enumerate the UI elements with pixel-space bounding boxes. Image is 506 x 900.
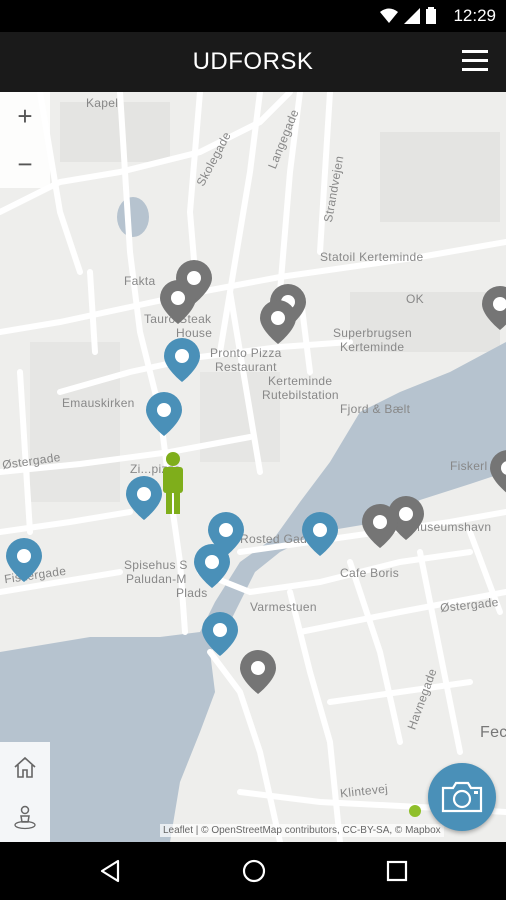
map-label: Kerteminde: [268, 374, 333, 388]
hamburger-menu-icon[interactable]: [460, 46, 490, 76]
map-label: Kerteminde: [340, 340, 405, 354]
zoom-out-button[interactable]: −: [0, 140, 50, 188]
map-label: Fiskerl: [450, 459, 488, 473]
user-location-button[interactable]: [0, 792, 50, 842]
map-label: Varmestuen: [250, 600, 317, 614]
home-button[interactable]: [0, 742, 50, 792]
wifi-icon: [380, 8, 398, 23]
recents-button[interactable]: [382, 856, 412, 886]
poi-pin-blue[interactable]: [192, 542, 232, 590]
home-circle-icon: [242, 859, 266, 883]
map-label: Cafe Boris: [340, 566, 400, 580]
user-position-person-icon: [163, 452, 183, 514]
poi-pin-blue[interactable]: [4, 536, 44, 584]
status-icons: [380, 7, 436, 24]
back-icon: [100, 859, 120, 883]
map-label: Fec: [480, 724, 506, 741]
camera-button[interactable]: [428, 763, 496, 831]
signal-icon: [404, 7, 420, 24]
map-label: Emauskirken: [62, 396, 135, 410]
home-icon: [14, 756, 36, 778]
status-time: 12:29: [453, 6, 496, 25]
map-label: Fakta: [124, 274, 156, 288]
zoom-in-button[interactable]: +: [0, 92, 50, 140]
map-label: Spisehus S: [124, 558, 188, 572]
map-view[interactable]: Kapel Skolegade Langegade Strandvejen St…: [0, 92, 506, 842]
poi-pin-gray[interactable]: [488, 448, 506, 496]
poi-pin-gray[interactable]: [158, 278, 198, 326]
camera-icon: [441, 781, 483, 813]
back-button[interactable]: [96, 856, 126, 886]
poi-pin-blue[interactable]: [162, 336, 202, 384]
map-label: Restaurant: [215, 360, 277, 374]
map-attribution[interactable]: Leaflet | © OpenStreetMap contributors, …: [160, 824, 444, 837]
map-label: Kapel: [86, 96, 119, 110]
poi-pin-gray[interactable]: [480, 284, 506, 332]
map-label: Superbrugsen: [333, 326, 412, 340]
battery-icon: [426, 7, 436, 24]
map-label: Pronto Pizza: [210, 346, 282, 360]
poi-pin-blue[interactable]: [300, 510, 340, 558]
map-label: Paludan-M: [126, 572, 187, 586]
navigation-bar: [0, 842, 506, 900]
home-nav-button[interactable]: [239, 856, 269, 886]
poi-pin-blue[interactable]: [124, 474, 164, 522]
app-bar: UDFORSK: [0, 32, 506, 92]
poi-pin-blue[interactable]: [144, 390, 184, 438]
recents-icon: [386, 860, 408, 882]
poi-pin-blue[interactable]: [200, 610, 240, 658]
map-label: OK: [406, 292, 424, 306]
user-location-icon: [14, 805, 36, 830]
page-title: UDFORSK: [192, 48, 314, 75]
poi-pin-gray[interactable]: [360, 502, 400, 550]
map-label: Fjord & Bælt: [340, 402, 411, 416]
map-label: Statoil Kerteminde: [320, 250, 424, 264]
status-bar: 12:29: [0, 0, 506, 32]
poi-pin-gray[interactable]: [258, 298, 298, 346]
zoom-controls: + −: [0, 92, 50, 188]
map-base: [0, 92, 506, 842]
poi-pin-gray[interactable]: [238, 648, 278, 696]
location-dot: [409, 805, 421, 817]
side-buttons: [0, 742, 50, 842]
map-label: Rutebilstation: [262, 388, 339, 402]
